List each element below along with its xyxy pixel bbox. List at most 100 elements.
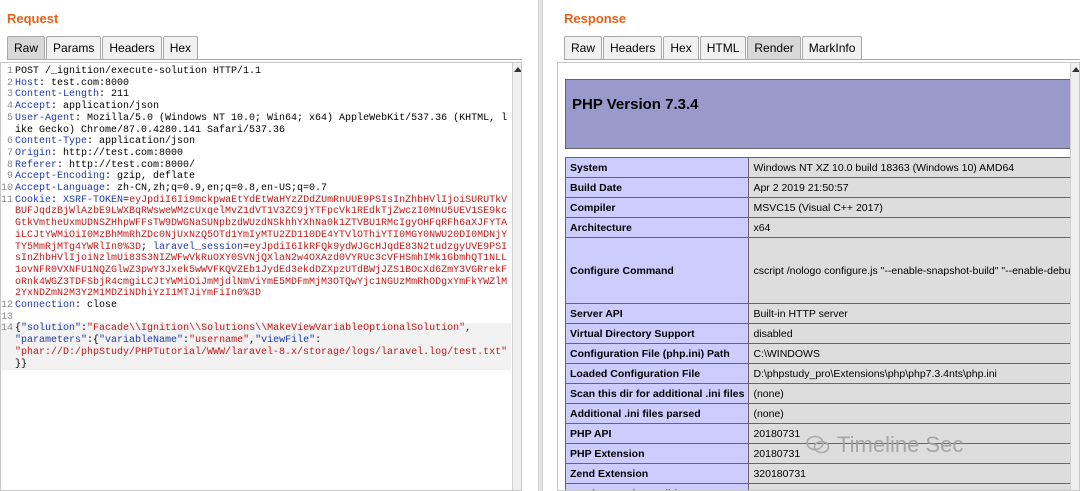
line-content: Accept: application/json: [15, 101, 511, 113]
request-tab-raw[interactable]: Raw: [7, 36, 46, 59]
line-content: Cookie: XSRF-TOKEN=eyJpdiI6Ii9mckpwaEtYd…: [15, 195, 511, 300]
line-number: 3: [6, 89, 13, 101]
scroll-up-icon[interactable]: [514, 67, 521, 72]
editor-line: 9 Accept-Encoding: gzip, deflate: [1, 171, 511, 183]
php-info-key: Compiler: [564, 197, 750, 218]
line-number: 4: [6, 101, 13, 113]
response-render-view[interactable]: PHP Version 7.3.4 System Windows NT XZ 10…: [557, 62, 1080, 491]
editor-line: 12 Connection: close: [1, 300, 511, 312]
line-number: 1: [6, 66, 13, 77]
line-number: 5: [6, 112, 13, 124]
response-tab-markinfo[interactable]: MarkInfo: [801, 36, 863, 59]
response-tab-render[interactable]: Render: [747, 36, 801, 59]
request-tab-headers[interactable]: Headers: [102, 36, 162, 59]
line-number: 6: [6, 136, 13, 148]
editor-line: 13: [1, 312, 511, 324]
code-token: : application/json: [51, 101, 160, 113]
php-info-value: disabled: [748, 323, 1079, 344]
php-version-title: PHP Version 7.3.4: [572, 96, 699, 113]
php-info-row: Loaded Configuration File D:\phpstudy_pro…: [564, 363, 1079, 384]
php-info-key: Loaded Configuration File: [564, 363, 750, 384]
editor-line: 4 Accept: application/json: [1, 101, 511, 113]
code-token: Host: [15, 77, 40, 89]
php-info-key: Configuration File (php.ini) Path: [564, 343, 750, 364]
editor-line: 6 Content-Type: application/json: [1, 136, 511, 148]
php-info-key: Architecture: [564, 217, 750, 238]
code-token: Accept: [15, 101, 52, 113]
line-content: Accept-Encoding: gzip, deflate: [15, 171, 511, 183]
php-info-value: D:\phpstudy_pro\Extensions\php\php7.3.4n…: [748, 363, 1079, 384]
line-content: [15, 312, 511, 324]
response-scrollbar[interactable]: [1070, 63, 1079, 490]
code-token: : gzip, deflate: [105, 171, 196, 183]
code-token: : application/json: [87, 136, 196, 148]
php-info-value: Windows NT XZ 10.0 build 18363 (Windows …: [748, 157, 1079, 178]
code-token: Accept-Language: [15, 183, 106, 195]
line-content: Origin: http://test.com:8000: [15, 148, 511, 160]
code-token: laravel_session: [153, 241, 244, 253]
line-content: Content-Length: 211: [15, 89, 511, 101]
response-tabs: Raw Headers Hex HTML Render MarkInfo: [564, 36, 863, 60]
code-token: : zh-CN,zh;q=0.9,en;q=0.8,en-US;q=0.7: [105, 183, 328, 195]
code-token: Cookie: [15, 194, 52, 206]
php-info-row: Architecture x64: [564, 217, 1079, 238]
code-token: Connection: [15, 300, 76, 312]
line-content: Connection: close: [15, 300, 511, 312]
code-token: }}: [15, 358, 28, 370]
response-tab-html[interactable]: HTML: [699, 36, 747, 59]
watermark: Timeline Sec: [805, 432, 963, 458]
php-info-key: Scan this dir for additional .ini files: [564, 383, 750, 404]
code-token: :: [315, 335, 322, 347]
line-number: 9: [6, 171, 13, 183]
php-version-header: PHP Version 7.3.4: [565, 79, 1079, 149]
line-content: Content-Type: application/json: [15, 136, 511, 148]
php-info-key: PHP API: [564, 423, 750, 444]
line-content: User-Agent: Mozilla/5.0 (Windows NT 10.0…: [15, 113, 511, 136]
line-content: Host: test.com:8000: [15, 78, 511, 90]
request-editor[interactable]: 1 POST /_ignition/execute-solution HTTP/1…: [0, 62, 522, 491]
php-info-key: Zend Extension Build: [564, 483, 750, 490]
php-info-key: System: [564, 157, 750, 178]
editor-line: 8 Referer: http://test.com:8000/: [1, 160, 511, 172]
code-token: Origin: [15, 147, 52, 159]
php-info-key: Zend Extension: [564, 463, 750, 484]
response-tab-hex[interactable]: Hex: [663, 36, 699, 59]
code-token: XSRF-TOKEN: [63, 194, 124, 206]
request-tab-params[interactable]: Params: [46, 36, 102, 59]
editor-line: 2 Host: test.com:8000: [1, 78, 511, 90]
php-info-value: Apr 2 2019 21:50:57: [748, 177, 1079, 198]
code-token: ,: [465, 323, 472, 335]
request-tab-hex[interactable]: Hex: [162, 36, 199, 59]
code-token: Accept-Encoding: [15, 171, 106, 183]
editor-line: 11 Cookie: XSRF-TOKEN=eyJpdiI6Ii9mckpwaEt…: [1, 195, 511, 300]
editor-line: 3 Content-Length: 211: [1, 89, 511, 101]
line-number: 7: [6, 147, 13, 159]
response-tab-raw[interactable]: Raw: [564, 36, 603, 59]
pane-divider[interactable]: [538, 0, 543, 491]
php-info-key: PHP Extension: [564, 443, 750, 464]
editor-line: 1 POST /_ignition/execute-solution HTTP/1…: [1, 66, 511, 78]
wechat-icon: [806, 435, 830, 454]
code-token: "Facade\\Ignition\\Solutions\\MakeViewVa…: [87, 323, 466, 335]
php-info-row: Scan this dir for additional .ini files(…: [564, 383, 1079, 404]
response-tab-headers[interactable]: Headers: [603, 36, 663, 59]
line-number: 2: [6, 77, 13, 89]
line-number: 12: [1, 300, 14, 312]
code-token: "username": [189, 335, 250, 347]
editor-line: 5 User-Agent: Mozilla/5.0 (Windows NT 10.…: [1, 113, 511, 136]
code-token: "phar://D:/phpStudy/PHPTutorial/WWW/lara…: [15, 346, 508, 358]
line-number: 10: [1, 183, 14, 195]
php-info-key: Server API: [564, 303, 750, 324]
php-info-key: Configure Command: [564, 237, 750, 304]
php-info-value: API320180731,NTS,VC15: [748, 483, 1079, 490]
php-info-row: Server API Built-in HTTP server: [564, 303, 1079, 324]
code-token: : close: [75, 300, 118, 312]
line-content: Referer: http://test.com:8000/: [15, 160, 511, 172]
php-info-row: Configuration File (php.ini) Path C:\WIND…: [564, 343, 1079, 364]
code-token: Referer: [15, 159, 58, 171]
scroll-up-icon[interactable]: [1072, 67, 1079, 72]
php-info-value: (none): [748, 403, 1079, 424]
php-info-key: Additional .ini files parsed: [564, 403, 750, 424]
request-scrollbar[interactable]: [512, 63, 521, 490]
editor-line: 10 Accept-Language: zh-CN,zh;q=0.9,en;q=0…: [1, 183, 511, 195]
